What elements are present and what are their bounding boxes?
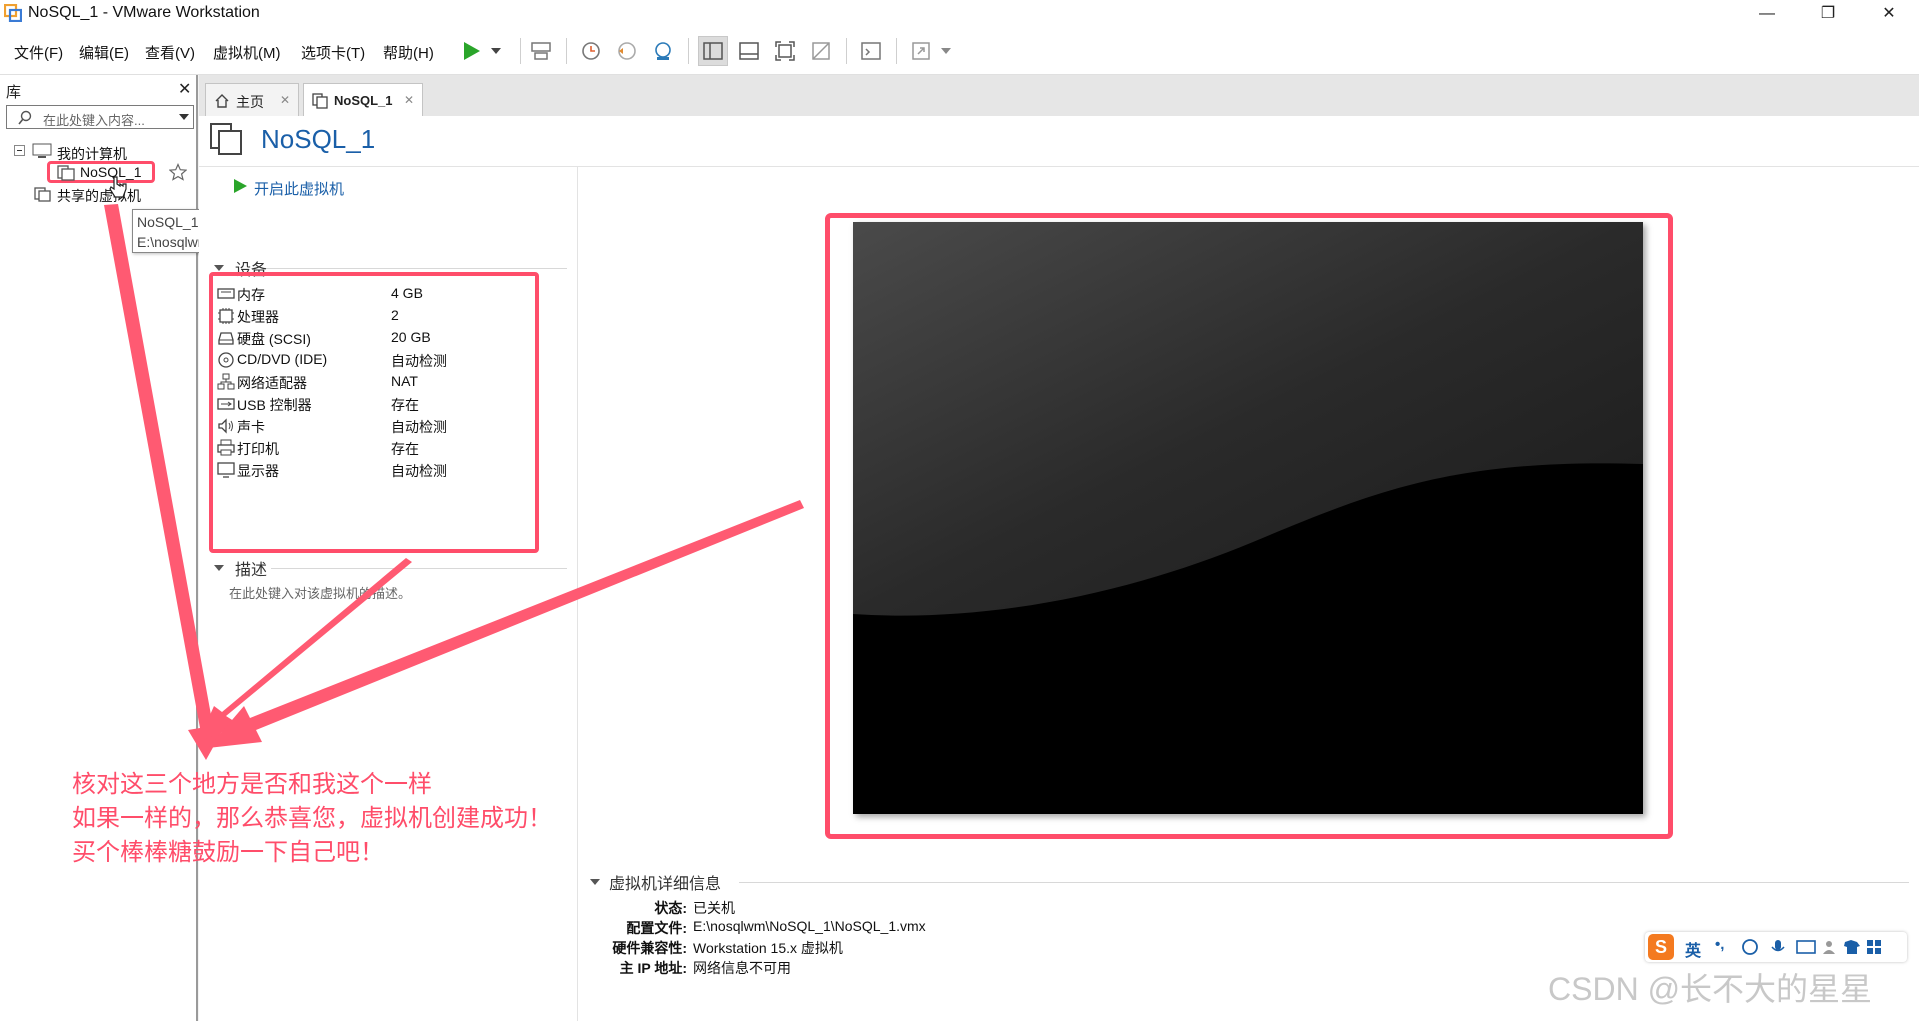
ime-punct[interactable]: •,: [1715, 936, 1724, 953]
annotation-line-1: 核对这三个地方是否和我这个一样: [72, 771, 432, 798]
annotation-text: 核对这三个地方是否和我这个一样 如果一样的，那么恭喜您，虚拟机创建成功！ 买个棒…: [72, 768, 552, 870]
annotation-line-3: 买个棒棒糖鼓励一下自己吧！: [72, 839, 384, 866]
arrow-to-devices: [198, 558, 412, 742]
arrow-to-preview: [208, 500, 804, 748]
annotation-line-2: 如果一样的，那么恭喜您，虚拟机创建成功！: [72, 805, 552, 832]
ime-mode[interactable]: 英: [1685, 937, 1701, 961]
sogou-logo-icon: S: [1648, 934, 1674, 960]
csdn-watermark: CSDN @长不大的星星: [1548, 971, 1873, 1007]
ime-tools-icons[interactable]: [1741, 938, 1901, 956]
arrow-to-library: [104, 204, 226, 760]
ime-toolbar[interactable]: S 英 •,: [1645, 932, 1907, 962]
